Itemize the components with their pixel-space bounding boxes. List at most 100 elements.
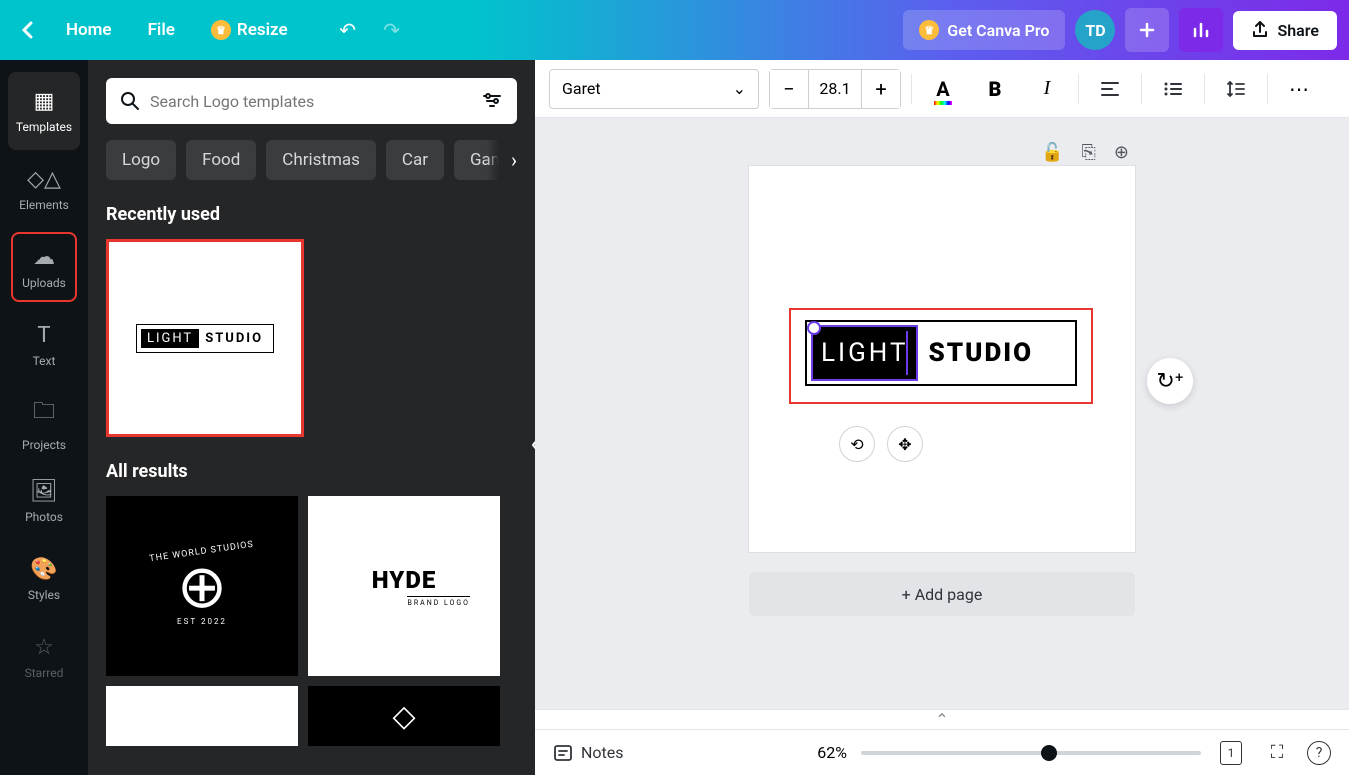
duplicate-page-icon[interactable]: ⎘ xyxy=(1082,142,1096,163)
separator xyxy=(1267,74,1268,104)
sync-button[interactable]: ⟲ xyxy=(839,426,875,462)
all-results-title: All results xyxy=(106,461,517,482)
templates-panel: Logo Food Christmas Car Gaming › Recentl… xyxy=(88,60,535,775)
chip-logo[interactable]: Logo xyxy=(106,140,176,180)
lock-icon[interactable]: 🔓 xyxy=(1041,142,1063,163)
pro-label: Get Canva Pro xyxy=(947,21,1049,40)
size-decrease[interactable]: − xyxy=(770,70,808,108)
chip-row: Logo Food Christmas Car Gaming › xyxy=(106,140,517,180)
rail-label: Styles xyxy=(28,588,60,602)
filter-icon[interactable] xyxy=(481,90,503,112)
font-select[interactable]: Garet ⌄ xyxy=(549,69,759,109)
fullscreen-button[interactable]: ⛶ xyxy=(1261,737,1293,769)
chip-car[interactable]: Car xyxy=(386,140,444,180)
rail-starred[interactable]: ☆ Starred xyxy=(8,618,80,696)
text-toolbar: Garet ⌄ − + A B I xyxy=(535,60,1349,118)
text-color-button[interactable]: A xyxy=(922,68,964,110)
rail-uploads[interactable]: ☁ Uploads xyxy=(11,232,77,302)
canvas-scroll[interactable]: 🔓 ⎘ ⊕ LIGHT STUDIO ⟲ ✥ ↻⁺ + xyxy=(535,118,1349,709)
separator xyxy=(1204,74,1205,104)
top-right-group: ♛ Get Canva Pro TD Share xyxy=(903,8,1337,52)
rail-label: Starred xyxy=(25,666,64,680)
list-button[interactable] xyxy=(1152,68,1194,110)
size-input[interactable] xyxy=(808,70,862,108)
styles-icon: 🎨 xyxy=(30,557,57,582)
notes-button[interactable]: Notes xyxy=(553,743,624,762)
photos-icon: 🖼 xyxy=(30,479,58,504)
hyde-sub: BRAND LOGO xyxy=(407,596,470,607)
search-box[interactable] xyxy=(106,78,517,124)
template-thumb-4[interactable]: ◇ xyxy=(308,686,500,746)
hyde-title: HYDE xyxy=(372,566,437,594)
size-increase[interactable]: + xyxy=(862,70,900,108)
home-link[interactable]: Home xyxy=(52,12,126,48)
separator xyxy=(1141,74,1142,104)
starred-icon: ☆ xyxy=(34,635,54,660)
chip-food[interactable]: Food xyxy=(186,140,256,180)
template-world-studios[interactable]: THE WORLD STUDIOS ⊕ EST 2022 xyxy=(106,496,298,676)
rail-projects[interactable]: 🗀 Projects xyxy=(8,384,80,462)
get-pro-button[interactable]: ♛ Get Canva Pro xyxy=(903,10,1065,50)
logo-element[interactable]: LIGHT STUDIO xyxy=(805,320,1077,386)
rail-styles[interactable]: 🎨 Styles xyxy=(8,540,80,618)
text-studio[interactable]: STUDIO xyxy=(928,338,1033,368)
chevron-down-icon: ⌄ xyxy=(733,79,746,98)
world-text: THE WORLD STUDIOS ⊕ EST 2022 xyxy=(149,547,254,626)
chips-scroll-right[interactable]: › xyxy=(487,140,517,180)
rail-templates[interactable]: ▦ Templates xyxy=(8,72,80,150)
side-rail: ▦ Templates ◇△ Elements ☁ Uploads T Text… xyxy=(0,60,88,775)
results-row-2: ◇ xyxy=(106,686,517,746)
align-button[interactable] xyxy=(1089,68,1131,110)
template-hyde[interactable]: HYDE BRAND LOGO xyxy=(308,496,500,676)
italic-button[interactable]: I xyxy=(1026,68,1068,110)
panel-collapse-tab[interactable] xyxy=(523,390,535,500)
text-light[interactable]: LIGHT xyxy=(811,325,918,381)
page-indicator[interactable]: 1 xyxy=(1215,737,1247,769)
add-member-button[interactable] xyxy=(1125,8,1169,52)
redo-button[interactable]: ↷ xyxy=(374,12,410,48)
mini-logo-studio: STUDIO xyxy=(199,329,269,348)
resize-button[interactable]: ♛ Resize xyxy=(197,12,302,48)
rail-elements[interactable]: ◇△ Elements xyxy=(8,150,80,228)
templates-icon: ▦ xyxy=(34,89,55,114)
collapse-bar[interactable]: ⌃ xyxy=(535,709,1349,729)
chip-christmas[interactable]: Christmas xyxy=(266,140,376,180)
search-input[interactable] xyxy=(150,92,471,111)
design-page[interactable]: LIGHT STUDIO ⟲ ✥ xyxy=(749,166,1135,552)
rail-label: Text xyxy=(33,354,56,368)
add-page-icon[interactable]: ⊕ xyxy=(1114,142,1129,163)
move-button[interactable]: ✥ xyxy=(887,426,923,462)
add-page-button[interactable]: + Add page xyxy=(749,572,1135,616)
bold-button[interactable]: B xyxy=(974,68,1016,110)
rail-label: Elements xyxy=(19,198,69,212)
recent-template-thumb[interactable]: LIGHT STUDIO xyxy=(106,239,304,437)
help-button[interactable]: ? xyxy=(1307,741,1331,765)
uploads-icon: ☁ xyxy=(33,245,55,270)
zoom-thumb[interactable] xyxy=(1041,745,1057,761)
rail-label: Uploads xyxy=(22,276,66,290)
back-button[interactable] xyxy=(12,14,44,46)
spacing-button[interactable] xyxy=(1215,68,1257,110)
template-thumb-3[interactable] xyxy=(106,686,298,746)
insights-button[interactable] xyxy=(1179,8,1223,52)
rail-label: Photos xyxy=(25,510,63,524)
rail-photos[interactable]: 🖼 Photos xyxy=(8,462,80,540)
top-left-group: Home File ♛ Resize ↶ ↷ xyxy=(12,12,410,48)
assist-button[interactable]: ↻⁺ xyxy=(1147,358,1193,404)
file-menu[interactable]: File xyxy=(134,12,189,48)
more-button[interactable]: ⋯ xyxy=(1278,68,1320,110)
undo-button[interactable]: ↶ xyxy=(330,12,366,48)
search-row xyxy=(106,78,517,124)
separator xyxy=(911,74,912,104)
rail-text[interactable]: T Text xyxy=(8,306,80,384)
zoom-slider[interactable] xyxy=(861,751,1201,755)
main-area: ▦ Templates ◇△ Elements ☁ Uploads T Text… xyxy=(0,60,1349,775)
page-tools: 🔓 ⎘ ⊕ xyxy=(1041,142,1129,163)
undo-redo-group: ↶ ↷ xyxy=(330,12,410,48)
share-button[interactable]: Share xyxy=(1233,11,1337,50)
font-size-control: − + xyxy=(769,69,901,109)
resize-label: Resize xyxy=(237,20,288,40)
avatar[interactable]: TD xyxy=(1075,10,1115,50)
canvas-area: Garet ⌄ − + A B I xyxy=(535,60,1349,775)
mini-logo-light: LIGHT xyxy=(141,329,199,348)
